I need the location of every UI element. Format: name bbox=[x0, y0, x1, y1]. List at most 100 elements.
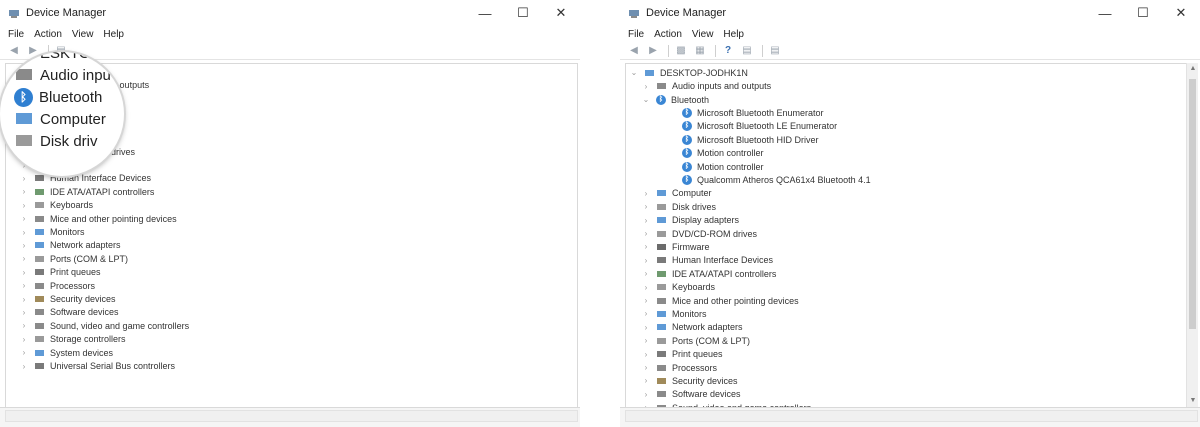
tree-item[interactable]: › Human Interface Devices bbox=[642, 254, 773, 267]
chevron-right-icon[interactable]: › bbox=[20, 348, 28, 357]
tree-item[interactable]: › Keyboards bbox=[20, 199, 93, 212]
close-button[interactable]: ✕ bbox=[542, 0, 580, 26]
tree-item[interactable]: › Sound, video and game controllers bbox=[20, 319, 189, 332]
menu-view[interactable]: View bbox=[692, 29, 714, 40]
tree-item[interactable]: › Security devices bbox=[20, 292, 116, 305]
help-icon[interactable]: ? bbox=[720, 44, 736, 58]
scroll-up-icon[interactable]: ▲ bbox=[1187, 63, 1199, 75]
scroll-thumb[interactable] bbox=[1189, 79, 1196, 329]
chevron-right-icon[interactable]: › bbox=[20, 254, 28, 263]
maximize-button[interactable]: ☐ bbox=[1124, 0, 1162, 26]
chevron-right-icon[interactable]: › bbox=[642, 336, 650, 345]
menu-file[interactable]: File bbox=[628, 29, 644, 40]
chevron-right-icon[interactable]: › bbox=[642, 296, 650, 305]
chevron-right-icon[interactable]: › bbox=[642, 242, 650, 251]
chevron-right-icon[interactable]: › bbox=[642, 363, 650, 372]
menu-help[interactable]: Help bbox=[723, 29, 744, 40]
title-bar[interactable]: Device Manager — ☐ ✕ bbox=[0, 0, 580, 26]
tree-item[interactable]: › Ports (COM & LPT) bbox=[20, 252, 128, 265]
tree-item[interactable]: › Computer bbox=[642, 187, 712, 200]
chevron-right-icon[interactable]: › bbox=[20, 308, 28, 317]
chevron-right-icon[interactable]: › bbox=[20, 335, 28, 344]
scroll-down-icon[interactable]: ▼ bbox=[1187, 395, 1199, 407]
chevron-right-icon[interactable]: › bbox=[20, 321, 28, 330]
chevron-right-icon[interactable]: › bbox=[20, 295, 28, 304]
menu-action[interactable]: Action bbox=[34, 29, 62, 40]
chevron-right-icon[interactable]: › bbox=[642, 229, 650, 238]
menu-file[interactable]: File bbox=[8, 29, 24, 40]
tree-item[interactable]: › IDE ATA/ATAPI controllers bbox=[20, 185, 155, 198]
tree-item[interactable]: › System devices bbox=[20, 346, 113, 359]
minimize-button[interactable]: — bbox=[466, 0, 504, 26]
horizontal-scrollbar[interactable] bbox=[5, 410, 578, 422]
chevron-right-icon[interactable]: › bbox=[642, 376, 650, 385]
tree-item[interactable]: › Software devices bbox=[642, 388, 741, 401]
tree-item[interactable]: ᛒ Motion controller bbox=[668, 160, 764, 173]
properties-icon[interactable]: ▩ bbox=[673, 44, 689, 58]
chevron-down-icon[interactable]: ⌄ bbox=[642, 95, 650, 104]
chevron-right-icon[interactable]: › bbox=[20, 268, 28, 277]
tree-item[interactable]: › Disk drives bbox=[642, 200, 716, 213]
chevron-right-icon[interactable]: › bbox=[642, 82, 650, 91]
chevron-right-icon[interactable]: › bbox=[20, 362, 28, 371]
tree-item[interactable]: › Mice and other pointing devices bbox=[20, 212, 177, 225]
tree-item[interactable]: › Print queues bbox=[20, 266, 101, 279]
chevron-right-icon[interactable]: › bbox=[642, 256, 650, 265]
tree-item[interactable]: › Network adapters bbox=[20, 239, 121, 252]
menu-view[interactable]: View bbox=[72, 29, 94, 40]
minimize-button[interactable]: — bbox=[1086, 0, 1124, 26]
tree-item[interactable]: › Software devices bbox=[20, 306, 119, 319]
chevron-right-icon[interactable]: › bbox=[642, 216, 650, 225]
tree-item[interactable]: › Storage controllers bbox=[20, 333, 126, 346]
tree-item[interactable]: › Print queues bbox=[642, 348, 723, 361]
chevron-right-icon[interactable]: › bbox=[642, 189, 650, 198]
chevron-right-icon[interactable]: › bbox=[20, 281, 28, 290]
view-icon[interactable]: ▤ bbox=[739, 44, 755, 58]
chevron-right-icon[interactable]: › bbox=[642, 323, 650, 332]
chevron-right-icon[interactable]: › bbox=[20, 228, 28, 237]
tree-item[interactable]: › Universal Serial Bus controllers bbox=[20, 359, 175, 372]
tree-item[interactable]: ᛒ Microsoft Bluetooth LE Enumerator bbox=[668, 120, 837, 133]
monitor-scan-icon[interactable]: ▤ bbox=[767, 44, 783, 58]
chevron-right-icon[interactable]: › bbox=[642, 350, 650, 359]
maximize-button[interactable]: ☐ bbox=[504, 0, 542, 26]
chevron-right-icon[interactable]: › bbox=[20, 214, 28, 223]
back-arrow-icon[interactable]: ◀ bbox=[626, 44, 642, 58]
chevron-down-icon[interactable]: ⌄ bbox=[630, 68, 638, 77]
chevron-right-icon[interactable]: › bbox=[642, 202, 650, 211]
tree-item[interactable]: › Network adapters bbox=[642, 321, 743, 334]
tree-item[interactable]: › Monitors bbox=[642, 307, 707, 320]
tree-item[interactable]: ⌄ DESKTOP-JODHK1N bbox=[630, 66, 748, 79]
tree-item[interactable]: ᛒ Qualcomm Atheros QCA61x4 Bluetooth 4.1 bbox=[668, 173, 871, 186]
vertical-scrollbar[interactable]: ▲ ▼ bbox=[1186, 63, 1198, 407]
tree-item[interactable]: › IDE ATA/ATAPI controllers bbox=[642, 267, 777, 280]
chevron-right-icon[interactable]: › bbox=[20, 174, 28, 183]
update-driver-icon[interactable]: ▦ bbox=[692, 44, 708, 58]
chevron-right-icon[interactable]: › bbox=[20, 241, 28, 250]
forward-arrow-icon[interactable]: ▶ bbox=[645, 44, 661, 58]
tree-item[interactable]: ᛒ Motion controller bbox=[668, 147, 764, 160]
tree-item[interactable]: › Ports (COM & LPT) bbox=[642, 334, 750, 347]
tree-item[interactable]: › Processors bbox=[20, 279, 95, 292]
menu-action[interactable]: Action bbox=[654, 29, 682, 40]
horizontal-scrollbar[interactable] bbox=[625, 410, 1198, 422]
tree-item[interactable]: › Firmware bbox=[642, 240, 710, 253]
title-bar[interactable]: Device Manager — ☐ ✕ bbox=[620, 0, 1200, 26]
tree-item[interactable]: › Human Interface Devices bbox=[20, 172, 151, 185]
chevron-right-icon[interactable]: › bbox=[642, 390, 650, 399]
tree-item[interactable]: ᛒ Microsoft Bluetooth HID Driver bbox=[668, 133, 819, 146]
tree-item[interactable]: ᛒ Microsoft Bluetooth Enumerator bbox=[668, 106, 824, 119]
menu-help[interactable]: Help bbox=[103, 29, 124, 40]
tree-item[interactable]: › Keyboards bbox=[642, 281, 715, 294]
chevron-right-icon[interactable]: › bbox=[642, 269, 650, 278]
tree-item[interactable]: › Audio inputs and outputs bbox=[642, 80, 771, 93]
close-button[interactable]: ✕ bbox=[1162, 0, 1200, 26]
tree-item[interactable]: › Monitors bbox=[20, 225, 85, 238]
tree-item[interactable]: › Mice and other pointing devices bbox=[642, 294, 799, 307]
tree-item[interactable]: › DVD/CD-ROM drives bbox=[642, 227, 757, 240]
chevron-right-icon[interactable]: › bbox=[20, 187, 28, 196]
chevron-right-icon[interactable]: › bbox=[20, 201, 28, 210]
tree-item[interactable]: ⌄ ᛒ Bluetooth bbox=[642, 93, 709, 106]
tree-item[interactable]: › Security devices bbox=[642, 374, 738, 387]
tree-item[interactable]: › Display adapters bbox=[642, 214, 739, 227]
